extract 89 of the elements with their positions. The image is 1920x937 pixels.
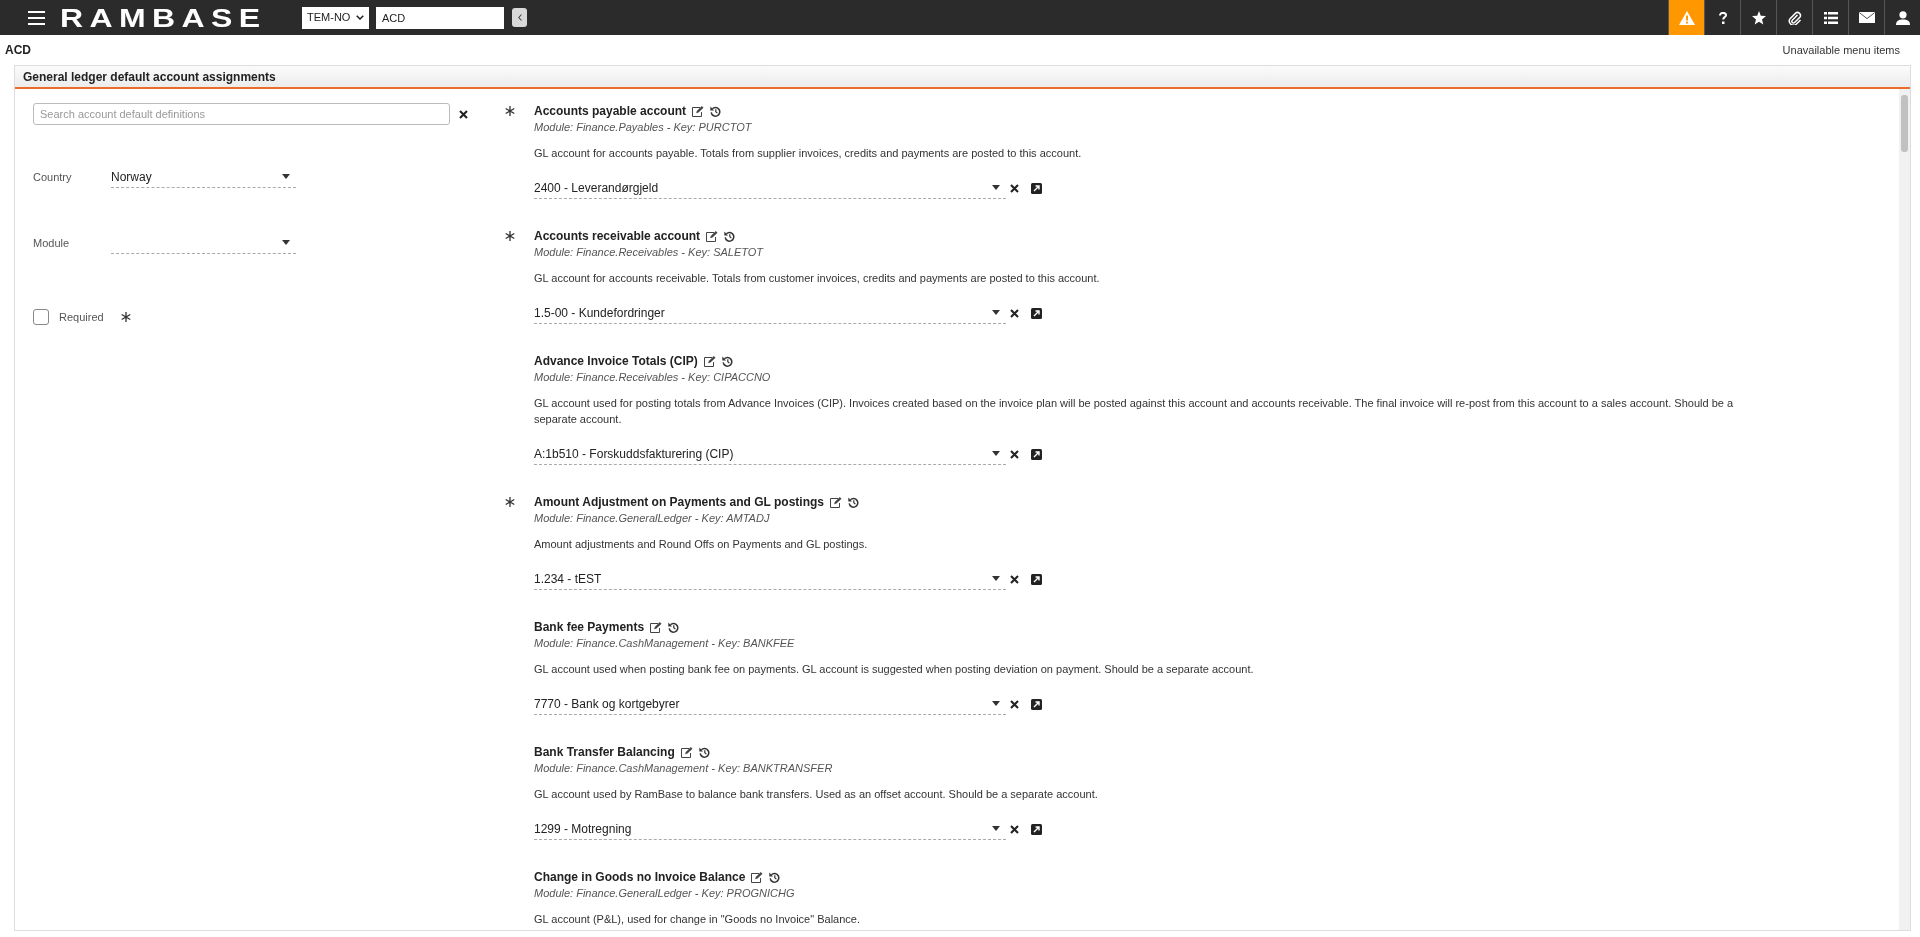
close-icon[interactable]: [1010, 699, 1019, 709]
history-icon[interactable]: [724, 230, 736, 242]
envelope-icon: [1858, 12, 1875, 23]
field-label: Module: [33, 235, 71, 251]
account-select[interactable]: 1299 - Motregning: [534, 818, 1006, 840]
account-title: Advance Invoice Totals (CIP): [534, 353, 698, 370]
caret-icon: [992, 451, 1000, 456]
panel-header: General ledger default account assignments: [15, 66, 1910, 89]
external-link-icon[interactable]: [1031, 448, 1042, 460]
caret-icon: [282, 174, 290, 179]
module-key-text: Module: Finance.Payables - Key: PURCTOT: [534, 120, 753, 135]
module-key-text: Module: Finance.GeneralLedger - Key: AMTADJ: [534, 511, 771, 526]
account-select[interactable]: 1.5-00 - Kundefordringer: [534, 302, 1006, 324]
search-field[interactable]: Search account default definitions: [33, 103, 450, 125]
account-description: GL account (P&L), used for change in "Goods no Invoice" Balance.: [534, 912, 860, 927]
star-icon: [1751, 10, 1766, 25]
field-label: Country: [33, 169, 73, 185]
history-icon[interactable]: [721, 355, 733, 367]
account-select[interactable]: A:1b510 - Forskuddsfakturering (CIP): [534, 443, 1006, 465]
unavailable-menu-link[interactable]: Unavailable menu items: [1782, 41, 1900, 59]
country-select[interactable]: Norway: [111, 166, 296, 188]
history-icon[interactable]: [668, 621, 680, 633]
close-icon[interactable]: [1010, 824, 1019, 834]
external-link-icon[interactable]: [1031, 698, 1042, 710]
list-icon: [1823, 11, 1838, 24]
external-link-icon[interactable]: [1031, 823, 1042, 835]
edit-icon[interactable]: [692, 105, 705, 117]
module-key-text: Module: Finance.CashManagement - Key: BANKTRANSFER: [534, 761, 834, 776]
menu-icon: [28, 10, 45, 25]
caret-icon: [282, 240, 290, 245]
module-key-text: Module: Finance.CashManagement - Key: BANKFEE: [534, 636, 796, 651]
caret-icon: [992, 701, 1000, 706]
account-title: Change in Goods no Invoice Balance: [534, 869, 746, 886]
chevron-down-icon: [356, 15, 364, 20]
external-link-icon[interactable]: [1031, 182, 1042, 194]
account-description: GL account used for posting totals from Advance Invoices (CIP). Invoices created based on the invoice plan will be posted against this account and accounts receivable. The final invoice will re-post from this account to a sales account. Should be a separate account.: [534, 396, 1735, 427]
caret-icon: [992, 310, 1000, 315]
edit-icon[interactable]: [751, 871, 764, 883]
company-select[interactable]: TEM-NO: [302, 6, 369, 29]
account-description: GL account for accounts receivable. Totals from customer invoices, credits and payments are posted to this account.: [534, 271, 1100, 286]
page-title: ACD: [5, 42, 31, 59]
close-icon[interactable]: [459, 109, 468, 119]
caret-icon: [992, 185, 1000, 190]
history-icon[interactable]: [710, 105, 722, 117]
account-title: Accounts receivable account: [534, 228, 701, 245]
account-title: Accounts payable account: [534, 103, 687, 120]
edit-icon[interactable]: [703, 355, 716, 367]
close-icon[interactable]: [1010, 183, 1019, 193]
history-icon[interactable]: [769, 871, 781, 883]
close-icon[interactable]: [1010, 449, 1019, 459]
edit-icon[interactable]: [706, 230, 719, 242]
menu-button[interactable]: [27, 9, 46, 26]
edit-icon[interactable]: [650, 621, 663, 633]
caret-icon: [992, 576, 1000, 581]
paperclip-icon: [1787, 10, 1802, 25]
account-select[interactable]: 7770 - Bank og kortgebyrer: [534, 693, 1006, 715]
edit-icon[interactable]: [830, 496, 842, 508]
account-select[interactable]: 1.234 - tEST: [534, 568, 1006, 590]
history-icon[interactable]: [698, 746, 710, 758]
toolbar-button[interactable]: [1668, 0, 1704, 35]
help-icon: [1718, 11, 1727, 24]
module-key-text: Module: Finance.GeneralLedger - Key: PROGNICHG: [534, 886, 796, 901]
account-description: GL account used by RamBase to balance bank transfers. Used as an offset account. Should be a separate account.: [534, 787, 1098, 802]
account-select[interactable]: 2400 - Leverandørgjeld: [534, 177, 1006, 199]
account-description: Amount adjustments and Round Offs on Payments and GL postings.: [534, 537, 869, 552]
asterisk-icon: [120, 312, 131, 323]
close-icon[interactable]: [1010, 574, 1019, 584]
external-link-icon[interactable]: [1031, 573, 1042, 585]
external-link-icon[interactable]: [1031, 307, 1042, 319]
history-icon[interactable]: [848, 496, 859, 508]
edit-icon[interactable]: [680, 746, 693, 758]
close-icon[interactable]: [1010, 308, 1019, 318]
module-key-text: Module: Finance.Receivables - Key: CIPACCNO: [534, 370, 772, 385]
required-checkbox[interactable]: [33, 309, 49, 326]
account-title: Bank fee Payments: [534, 619, 645, 636]
checkbox-label: Required: [59, 310, 104, 325]
user-icon: [1895, 10, 1910, 25]
back-button[interactable]: [512, 8, 527, 27]
warning-icon: [1678, 10, 1695, 25]
account-description: GL account for accounts payable. Totals from supplier invoices, credits and payments are posted to this account.: [534, 146, 1082, 161]
account-title: Bank Transfer Balancing: [534, 744, 675, 761]
logo-text: RAMBASE: [60, 4, 267, 31]
search-field[interactable]: ACD: [376, 6, 504, 29]
account-title: Amount Adjustment on Payments and GL postings: [534, 494, 824, 511]
module-key-text: Module: Finance.Receivables - Key: SALETOT: [534, 245, 765, 260]
account-description: GL account used when posting bank fee on payments. GL account is suggested when posting deviation on payment. Should be a separate account.: [534, 662, 1254, 677]
caret-icon: [992, 826, 1000, 831]
chevron-left-icon: [517, 14, 522, 21]
scrollbar-thumb[interactable]: [1901, 95, 1908, 152]
